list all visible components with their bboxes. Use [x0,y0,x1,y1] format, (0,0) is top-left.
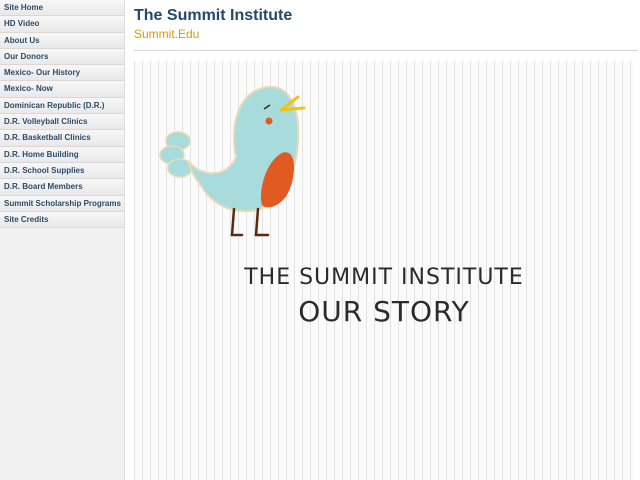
sidebar-item-about-us[interactable]: About Us [0,32,124,49]
site-header: The Summit Institute Summit.Edu [134,0,638,51]
sidebar-item-hd-video[interactable]: HD Video [0,16,124,33]
sidebar-item-site-home[interactable]: Site Home [0,0,124,17]
sidebar-item-our-donors[interactable]: Our Donors [0,48,124,66]
sidebar-item-school-supplies[interactable]: D.R. School Supplies [0,162,124,180]
bird-legs [230,207,270,237]
banner-title: THE SUMMIT INSTITUTE [244,265,524,290]
sidebar-item-volleyball-clinics[interactable]: D.R. Volleyball Clinics [0,114,124,131]
bird-tail [159,131,193,178]
bird-icon [159,85,306,237]
sidebar-item-site-credits[interactable]: Site Credits [0,211,124,229]
sidebar-item-dominican-republic[interactable]: Dominican Republic (D.R.) [0,97,124,115]
sidebar-item-mexico-now[interactable]: Mexico- Now [0,81,124,98]
sidebar-item-home-building[interactable]: D.R. Home Building [0,146,124,163]
sidebar-item-mexico-history[interactable]: Mexico- Our History [0,65,124,82]
sidebar-nav: Site Home HD Video About Us Our Donors M… [0,0,125,480]
banner-subtitle: OUR STORY [298,295,470,328]
site-title[interactable]: The Summit Institute [134,7,292,25]
sidebar-item-scholarship-programs[interactable]: Summit Scholarship Programs [0,195,124,212]
sidebar-item-board-members[interactable]: D.R. Board Members [0,179,124,196]
story-banner: THE SUMMIT INSTITUTE OUR STORY [134,61,634,480]
bird-eye [265,117,273,125]
sidebar-item-basketball-clinics[interactable]: D.R. Basketball Clinics [0,130,124,147]
site-subtitle: Summit.Edu [134,27,200,41]
